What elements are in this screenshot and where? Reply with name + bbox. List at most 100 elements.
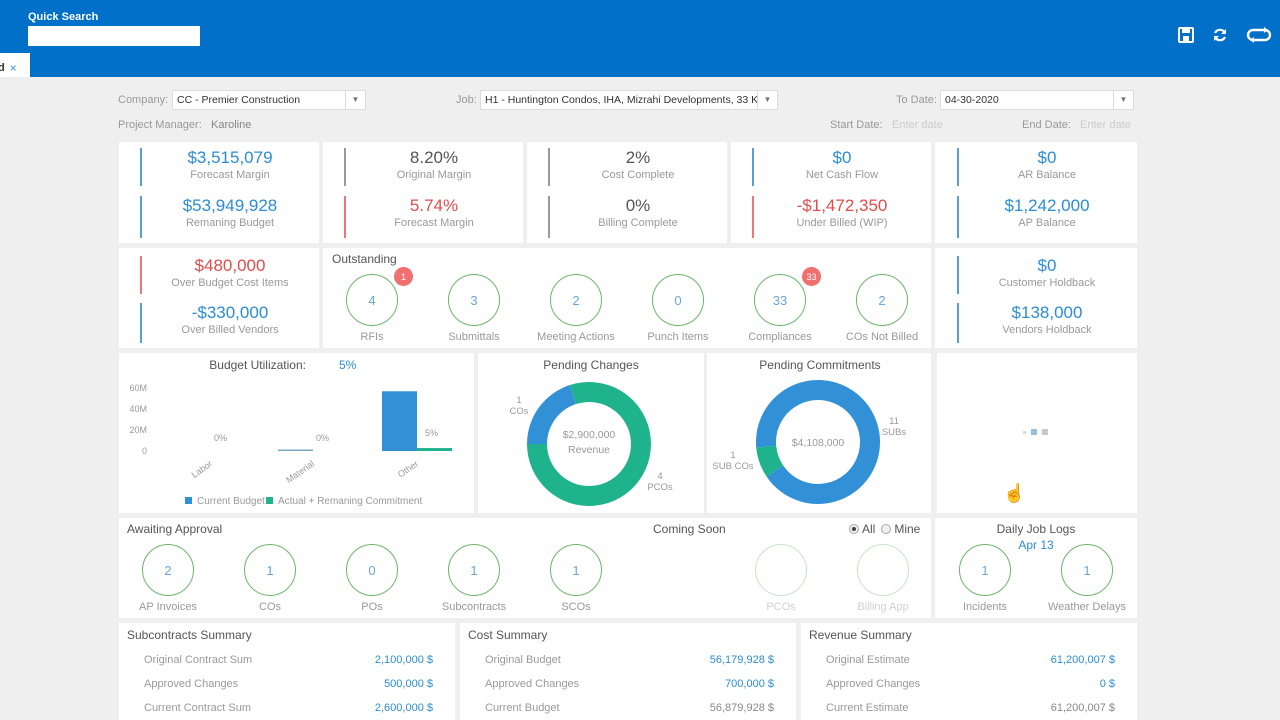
counter-label: Billing App bbox=[857, 601, 909, 613]
refresh-icon[interactable] bbox=[1212, 27, 1228, 48]
counter-ap-invoices[interactable]: 2 AP Invoices bbox=[118, 544, 218, 613]
counter-circle[interactable]: 2 bbox=[856, 274, 908, 326]
summary-label: Original Budget bbox=[485, 654, 561, 666]
counter-value: 1 bbox=[266, 562, 274, 578]
counter-submittals[interactable]: 3 Submittals bbox=[424, 274, 524, 343]
radio-all-dot[interactable] bbox=[849, 524, 859, 534]
loading-indicator bbox=[1023, 429, 1048, 435]
quick-search-input[interactable] bbox=[28, 26, 200, 46]
counter-cos[interactable]: 1 COs bbox=[220, 544, 320, 613]
kpi-card-margin: $3,515,079 Forecast Margin $53,949,928 R… bbox=[119, 142, 319, 243]
counter-circle[interactable]: 0 bbox=[652, 274, 704, 326]
counter-punch-items[interactable]: 0 Punch Items bbox=[628, 274, 728, 343]
counter-subcontracts[interactable]: 1 Subcontracts bbox=[424, 544, 524, 613]
counter-label: Meeting Actions bbox=[537, 331, 615, 343]
summary-row: Approved Changes 0 $ bbox=[826, 678, 1115, 690]
summary-value[interactable]: 61,200,007 $ bbox=[1051, 654, 1115, 666]
budget-utilization-chart: Budget Utilization: 5% 0 20M 40M 60M Labor M… bbox=[129, 358, 452, 507]
summary-value[interactable]: 56,179,928 $ bbox=[710, 654, 774, 666]
counter-value: 0 bbox=[674, 292, 682, 308]
kpi-label: Vendors Holdback bbox=[1002, 324, 1092, 336]
radio-all[interactable]: All bbox=[849, 522, 875, 536]
subcontracts-summary-title: Subcontracts Summary bbox=[127, 628, 252, 642]
counter-circle[interactable]: 1 bbox=[959, 544, 1011, 596]
swap-icon[interactable] bbox=[1246, 27, 1272, 48]
counter-weather-delays[interactable]: 1 Weather Delays bbox=[1037, 544, 1137, 613]
close-icon[interactable]: × bbox=[10, 61, 17, 75]
kpi-label: Forecast Margin bbox=[394, 217, 474, 229]
summary-value[interactable]: 500,000 $ bbox=[384, 678, 433, 690]
summary-value[interactable]: 0 $ bbox=[1100, 678, 1115, 690]
end-date-label: End Date: bbox=[1022, 119, 1071, 131]
to-date-value: 04-30-2020 bbox=[945, 94, 999, 106]
job-label: Job: bbox=[456, 94, 477, 106]
bar-material-current-budget[interactable] bbox=[278, 449, 313, 452]
hand-cursor-icon: ☝ bbox=[1003, 483, 1026, 503]
counter-label: SCOs bbox=[561, 601, 591, 613]
counter-label: RFIs bbox=[360, 331, 384, 343]
chevron-down-icon[interactable]: ▼ bbox=[1113, 91, 1133, 109]
chart-legend: Current Budget Actual + Remaning Commitm… bbox=[185, 496, 422, 507]
to-date-label: To Date: bbox=[896, 94, 937, 106]
summary-value[interactable]: 700,000 $ bbox=[725, 678, 774, 690]
job-select[interactable]: H1 - Huntington Condos, IHA, Mizrahi Dev… bbox=[480, 90, 778, 110]
summary-value[interactable]: 61,200,007 $ bbox=[1051, 702, 1115, 714]
summary-label: Current Estimate bbox=[826, 702, 909, 714]
bar-other-actual[interactable] bbox=[417, 448, 452, 451]
end-date-input[interactable]: Enter date bbox=[1080, 119, 1131, 131]
save-icon[interactable] bbox=[1178, 27, 1194, 48]
counter-cos-not-billed[interactable]: 2 COs Not Billed bbox=[832, 274, 932, 343]
counter-circle[interactable]: 41 bbox=[346, 267, 413, 326]
tab-dashboard[interactable]: d × bbox=[0, 53, 30, 77]
kpi-card-holdback: $0 Customer Holdback $138,000 Vendors Ho… bbox=[935, 248, 1137, 348]
counter-value: 0 bbox=[368, 562, 376, 578]
counter-meeting-actions[interactable]: 2 Meeting Actions bbox=[526, 274, 626, 343]
counter-compliances[interactable]: 33 33 Compliances bbox=[730, 267, 830, 343]
cost-summary-title: Cost Summary bbox=[468, 628, 548, 642]
radio-mine-dot[interactable] bbox=[881, 524, 892, 534]
counter-circle[interactable]: 1 bbox=[550, 544, 602, 596]
chart-title: Pending Commitments bbox=[759, 358, 880, 372]
kpi-label: Over Billed Vendors bbox=[181, 324, 279, 336]
pending-commitments-chart: Pending Commitments $4,108,000 11 SUBs 1… bbox=[712, 358, 906, 504]
kpi-value: $138,000 bbox=[1011, 303, 1083, 322]
bar-other-current-budget[interactable] bbox=[382, 391, 417, 451]
counter-circle[interactable]: 33 33 bbox=[754, 267, 821, 326]
counter-circle[interactable]: 3 bbox=[448, 274, 500, 326]
pending-commitments-card: Pending Commitments $4,108,000 11 SUBs 1… bbox=[707, 353, 931, 513]
budget-utilization-card: Budget Utilization: 5% 0 20M 40M 60M Labor M… bbox=[119, 353, 474, 513]
summary-row: Original Budget 56,179,928 $ bbox=[485, 654, 774, 666]
y-tick-label: 40M bbox=[129, 404, 147, 414]
kpi-card-cash: $0 Net Cash Flow -$1,472,350 Under Bille… bbox=[731, 142, 931, 243]
kpi-label: Billing Complete bbox=[598, 217, 678, 229]
outstanding-title: Outstanding bbox=[332, 252, 397, 266]
kpi-value: -$330,000 bbox=[191, 303, 269, 322]
counter-scos[interactable]: 1 SCOs bbox=[526, 544, 626, 613]
chevron-down-icon[interactable]: ▼ bbox=[345, 91, 365, 109]
start-date-input[interactable]: Enter date bbox=[892, 119, 943, 131]
subcontracts-summary-card: Subcontracts Summary Original Contract S… bbox=[119, 623, 455, 720]
to-date-select[interactable]: 04-30-2020 ▼ bbox=[940, 90, 1134, 110]
radio-all-label: All bbox=[862, 522, 876, 536]
kpi-ap-balance: $1,242,000 AP Balance bbox=[957, 196, 1137, 238]
chevron-down-icon[interactable]: ▼ bbox=[757, 91, 777, 109]
counter-rfis[interactable]: 4 1 RFIs bbox=[322, 267, 422, 343]
counter-value: 2 bbox=[164, 562, 172, 578]
kpi-original-margin: 8.20% Original Margin bbox=[344, 148, 524, 186]
company-select[interactable]: CC - Premier Construction ▼ bbox=[172, 90, 366, 110]
counter-circle[interactable]: 0 bbox=[346, 544, 398, 596]
summary-value[interactable]: 56,879,928 $ bbox=[710, 702, 774, 714]
radio-mine[interactable]: Mine bbox=[881, 522, 920, 536]
counter-pos[interactable]: 0 POs bbox=[322, 544, 422, 613]
summary-value[interactable]: 2,600,000 $ bbox=[375, 702, 433, 714]
counter-pcos: PCOs bbox=[731, 544, 831, 613]
summary-row: Approved Changes 700,000 $ bbox=[485, 678, 774, 690]
summary-value[interactable]: 2,100,000 $ bbox=[375, 654, 433, 666]
counter-circle[interactable]: 2 bbox=[550, 274, 602, 326]
counter-circle[interactable]: 1 bbox=[448, 544, 500, 596]
counter-circle[interactable]: 2 bbox=[142, 544, 194, 596]
counter-circle[interactable]: 1 bbox=[244, 544, 296, 596]
chart-title-value: 5% bbox=[339, 358, 357, 372]
counter-circle[interactable]: 1 bbox=[1061, 544, 1113, 596]
counter-incidents[interactable]: 1 Incidents bbox=[935, 544, 1035, 613]
